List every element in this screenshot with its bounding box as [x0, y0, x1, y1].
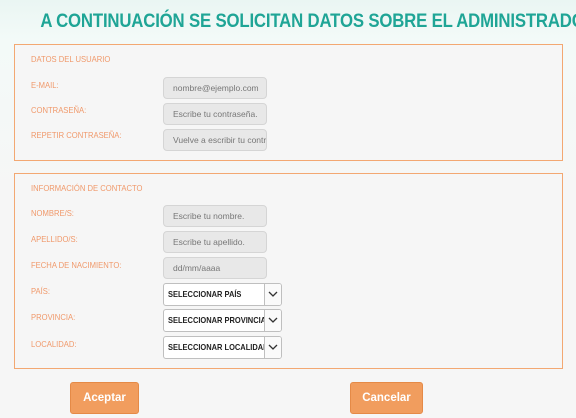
country-select[interactable]: SELECCIONAR PAÍS: [163, 283, 282, 306]
user-data-legend: DATOS DEL USUARIO: [31, 54, 111, 64]
birth-date-label: FECHA DE NACIMIENTO:: [31, 260, 122, 270]
last-name-field[interactable]: [163, 231, 267, 253]
accept-button[interactable]: Aceptar: [70, 382, 139, 414]
repeat-password-label: REPETIR CONTRASEÑA:: [31, 130, 122, 140]
password-label: CONTRASEÑA:: [31, 105, 87, 115]
password-field[interactable]: [163, 103, 267, 125]
country-label: PAÍS:: [31, 286, 50, 296]
repeat-password-field[interactable]: [163, 129, 267, 151]
email-label: E-MAIL:: [31, 80, 59, 90]
chevron-down-icon: [264, 310, 281, 331]
chevron-down-icon: [264, 284, 281, 305]
cancel-button[interactable]: Cancelar: [350, 382, 423, 414]
locality-label: LOCALIDAD:: [31, 339, 77, 349]
first-name-field[interactable]: [163, 205, 267, 227]
chevron-down-icon: [264, 337, 281, 358]
birth-date-field[interactable]: [163, 257, 267, 279]
last-name-label: APELLIDO/S:: [31, 234, 78, 244]
contact-info-legend: INFORMACIÓN DE CONTACTO: [31, 183, 143, 193]
province-select[interactable]: SELECCIONAR PROVINCIA: [163, 309, 282, 332]
user-data-section: DATOS DEL USUARIO E-MAIL: CONTRASEÑA: RE…: [14, 44, 563, 161]
email-field[interactable]: [163, 77, 267, 99]
country-select-value: SELECCIONAR PAÍS: [168, 289, 242, 299]
locality-select-value: SELECCIONAR LOCALIDAD: [168, 342, 269, 352]
locality-select[interactable]: SELECCIONAR LOCALIDAD: [163, 336, 282, 359]
page-title: A CONTINUACIÓN SE SOLICITAN DATOS SOBRE …: [40, 10, 576, 32]
province-select-value: SELECCIONAR PROVINCIA: [168, 315, 267, 325]
province-label: PROVINCIA:: [31, 312, 76, 322]
first-name-label: NOMBRE/S:: [31, 208, 74, 218]
contact-info-section: INFORMACIÓN DE CONTACTO NOMBRE/S: APELLI…: [14, 173, 563, 369]
